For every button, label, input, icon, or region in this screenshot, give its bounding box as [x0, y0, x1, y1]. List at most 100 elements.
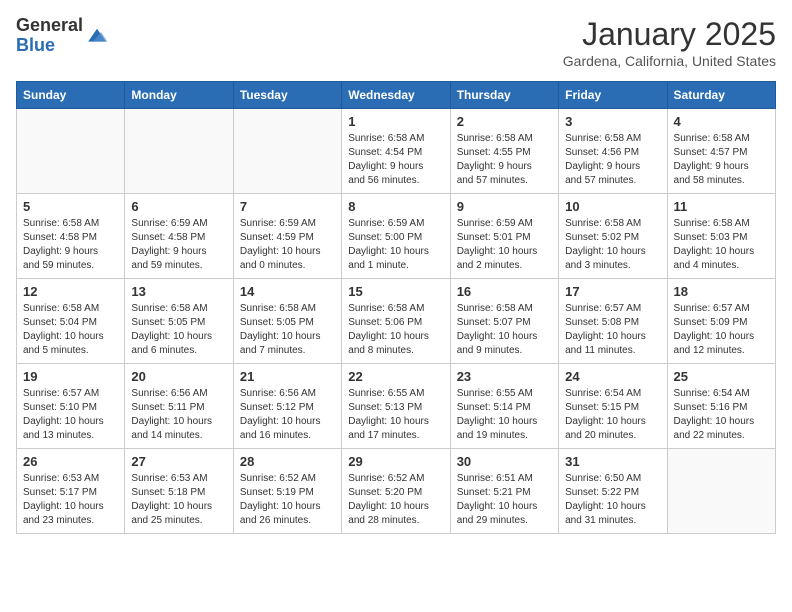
weekday-header-wednesday: Wednesday	[342, 82, 450, 109]
calendar-cell: 31 Sunrise: 6:50 AMSunset: 5:22 PMDayligh…	[559, 449, 667, 534]
day-info: Sunrise: 6:58 AMSunset: 5:07 PMDaylight:…	[457, 302, 552, 358]
day-info: Sunrise: 6:59 AMSunset: 4:59 PMDaylight:…	[240, 217, 335, 273]
calendar-week-4: 19Sunrise: 6:57 AMSunset: 5:10 PMDayligh…	[17, 364, 776, 449]
logo: General Blue	[16, 16, 109, 56]
calendar-cell: 23 Sunrise: 6:55 AMSunset: 5:14 PMDayligh…	[450, 364, 558, 449]
calendar-cell: 12Sunrise: 6:58 AMSunset: 5:04 PMDayligh…	[17, 279, 125, 364]
day-number: 18	[674, 284, 769, 299]
calendar-cell: 9Sunrise: 6:59 AMSunset: 5:01 PMDaylight…	[450, 194, 558, 279]
day-info: Sunrise: 6:56 AMSunset: 5:12 PMDaylight:…	[240, 387, 335, 443]
weekday-header-friday: Friday	[559, 82, 667, 109]
day-info: Sunrise: 6:55 AMSunset: 5:13 PMDaylight:…	[348, 387, 443, 443]
day-info: Sunrise: 6:58 AMSunset: 5:02 PMDaylight:…	[565, 217, 660, 273]
calendar-cell: 1 Sunrise: 6:58 AMSunset: 4:54 PMDaylight…	[342, 109, 450, 194]
calendar-cell: 26Sunrise: 6:53 AMSunset: 5:17 PMDayligh…	[17, 449, 125, 534]
calendar-cell: 19Sunrise: 6:57 AMSunset: 5:10 PMDayligh…	[17, 364, 125, 449]
day-number: 15	[348, 284, 443, 299]
calendar-cell	[17, 109, 125, 194]
day-info: Sunrise: 6:58 AMSunset: 4:56 PMDaylight:…	[565, 132, 660, 188]
day-number: 14	[240, 284, 335, 299]
day-number: 11	[674, 199, 769, 214]
day-info: Sunrise: 6:50 AMSunset: 5:22 PMDaylight:…	[565, 472, 660, 528]
day-number: 23	[457, 369, 552, 384]
calendar-cell: 14Sunrise: 6:58 AMSunset: 5:05 PMDayligh…	[233, 279, 341, 364]
day-number: 27	[131, 454, 226, 469]
day-number: 17	[565, 284, 660, 299]
day-number: 2	[457, 114, 552, 129]
day-number: 5	[23, 199, 118, 214]
calendar-cell: 8 Sunrise: 6:59 AMSunset: 5:00 PMDaylight…	[342, 194, 450, 279]
calendar-cell: 22 Sunrise: 6:55 AMSunset: 5:13 PMDayligh…	[342, 364, 450, 449]
day-info: Sunrise: 6:52 AMSunset: 5:19 PMDaylight:…	[240, 472, 335, 528]
day-info: Sunrise: 6:58 AMSunset: 5:03 PMDaylight:…	[674, 217, 769, 273]
day-number: 6	[131, 199, 226, 214]
day-info: Sunrise: 6:55 AMSunset: 5:14 PMDaylight:…	[457, 387, 552, 443]
calendar-cell: 10 Sunrise: 6:58 AMSunset: 5:02 PMDayligh…	[559, 194, 667, 279]
calendar-cell: 7 Sunrise: 6:59 AMSunset: 4:59 PMDaylight…	[233, 194, 341, 279]
calendar-cell: 29 Sunrise: 6:52 AMSunset: 5:20 PMDayligh…	[342, 449, 450, 534]
day-number: 4	[674, 114, 769, 129]
day-info: Sunrise: 6:58 AMSunset: 5:06 PMDaylight:…	[348, 302, 443, 358]
calendar-body: 1 Sunrise: 6:58 AMSunset: 4:54 PMDaylight…	[17, 109, 776, 534]
day-number: 8	[348, 199, 443, 214]
calendar-cell	[125, 109, 233, 194]
calendar-cell: 13Sunrise: 6:58 AMSunset: 5:05 PMDayligh…	[125, 279, 233, 364]
day-info: Sunrise: 6:58 AMSunset: 5:04 PMDaylight:…	[23, 302, 118, 358]
day-info: Sunrise: 6:59 AMSunset: 4:58 PMDaylight:…	[131, 217, 226, 273]
day-info: Sunrise: 6:51 AMSunset: 5:21 PMDaylight:…	[457, 472, 552, 528]
day-info: Sunrise: 6:53 AMSunset: 5:18 PMDaylight:…	[131, 472, 226, 528]
day-number: 10	[565, 199, 660, 214]
day-number: 30	[457, 454, 552, 469]
day-info: Sunrise: 6:58 AMSunset: 4:58 PMDaylight:…	[23, 217, 118, 273]
logo-general-text: General	[16, 16, 83, 36]
day-number: 29	[348, 454, 443, 469]
location-subtitle: Gardena, California, United States	[563, 53, 776, 69]
calendar-cell: 21 Sunrise: 6:56 AMSunset: 5:12 PMDayligh…	[233, 364, 341, 449]
day-number: 25	[674, 369, 769, 384]
calendar-cell: 28 Sunrise: 6:52 AMSunset: 5:19 PMDayligh…	[233, 449, 341, 534]
calendar-cell: 3 Sunrise: 6:58 AMSunset: 4:56 PMDaylight…	[559, 109, 667, 194]
day-info: Sunrise: 6:54 AMSunset: 5:15 PMDaylight:…	[565, 387, 660, 443]
day-number: 21	[240, 369, 335, 384]
calendar-cell: 27 Sunrise: 6:53 AMSunset: 5:18 PMDayligh…	[125, 449, 233, 534]
weekday-header-saturday: Saturday	[667, 82, 775, 109]
calendar-cell: 24Sunrise: 6:54 AMSunset: 5:15 PMDayligh…	[559, 364, 667, 449]
calendar-header: SundayMondayTuesdayWednesdayThursdayFrid…	[17, 82, 776, 109]
calendar-cell	[233, 109, 341, 194]
day-info: Sunrise: 6:58 AMSunset: 4:57 PMDaylight:…	[674, 132, 769, 188]
day-number: 31	[565, 454, 660, 469]
day-number: 22	[348, 369, 443, 384]
calendar-cell: 18Sunrise: 6:57 AMSunset: 5:09 PMDayligh…	[667, 279, 775, 364]
day-number: 28	[240, 454, 335, 469]
calendar-cell: 5 Sunrise: 6:58 AMSunset: 4:58 PMDaylight…	[17, 194, 125, 279]
calendar-week-5: 26Sunrise: 6:53 AMSunset: 5:17 PMDayligh…	[17, 449, 776, 534]
day-info: Sunrise: 6:53 AMSunset: 5:17 PMDaylight:…	[23, 472, 118, 528]
calendar-cell	[667, 449, 775, 534]
calendar-cell: 2 Sunrise: 6:58 AMSunset: 4:55 PMDaylight…	[450, 109, 558, 194]
calendar-cell: 16Sunrise: 6:58 AMSunset: 5:07 PMDayligh…	[450, 279, 558, 364]
day-info: Sunrise: 6:57 AMSunset: 5:10 PMDaylight:…	[23, 387, 118, 443]
day-info: Sunrise: 6:52 AMSunset: 5:20 PMDaylight:…	[348, 472, 443, 528]
title-block: January 2025 Gardena, California, United…	[563, 16, 776, 69]
weekday-header-sunday: Sunday	[17, 82, 125, 109]
day-info: Sunrise: 6:59 AMSunset: 5:00 PMDaylight:…	[348, 217, 443, 273]
calendar-cell: 11 Sunrise: 6:58 AMSunset: 5:03 PMDayligh…	[667, 194, 775, 279]
weekday-header-thursday: Thursday	[450, 82, 558, 109]
weekday-header-tuesday: Tuesday	[233, 82, 341, 109]
day-number: 1	[348, 114, 443, 129]
weekday-header-monday: Monday	[125, 82, 233, 109]
calendar-cell: 6 Sunrise: 6:59 AMSunset: 4:58 PMDaylight…	[125, 194, 233, 279]
day-info: Sunrise: 6:59 AMSunset: 5:01 PMDaylight:…	[457, 217, 552, 273]
day-number: 3	[565, 114, 660, 129]
calendar-week-2: 5 Sunrise: 6:58 AMSunset: 4:58 PMDaylight…	[17, 194, 776, 279]
day-info: Sunrise: 6:58 AMSunset: 4:54 PMDaylight:…	[348, 132, 443, 188]
calendar-week-1: 1 Sunrise: 6:58 AMSunset: 4:54 PMDaylight…	[17, 109, 776, 194]
day-number: 13	[131, 284, 226, 299]
logo-blue-text: Blue	[16, 36, 83, 56]
day-info: Sunrise: 6:58 AMSunset: 4:55 PMDaylight:…	[457, 132, 552, 188]
day-number: 7	[240, 199, 335, 214]
calendar-cell: 25Sunrise: 6:54 AMSunset: 5:16 PMDayligh…	[667, 364, 775, 449]
calendar-cell: 20Sunrise: 6:56 AMSunset: 5:11 PMDayligh…	[125, 364, 233, 449]
calendar-cell: 4 Sunrise: 6:58 AMSunset: 4:57 PMDaylight…	[667, 109, 775, 194]
calendar-cell: 15 Sunrise: 6:58 AMSunset: 5:06 PMDayligh…	[342, 279, 450, 364]
